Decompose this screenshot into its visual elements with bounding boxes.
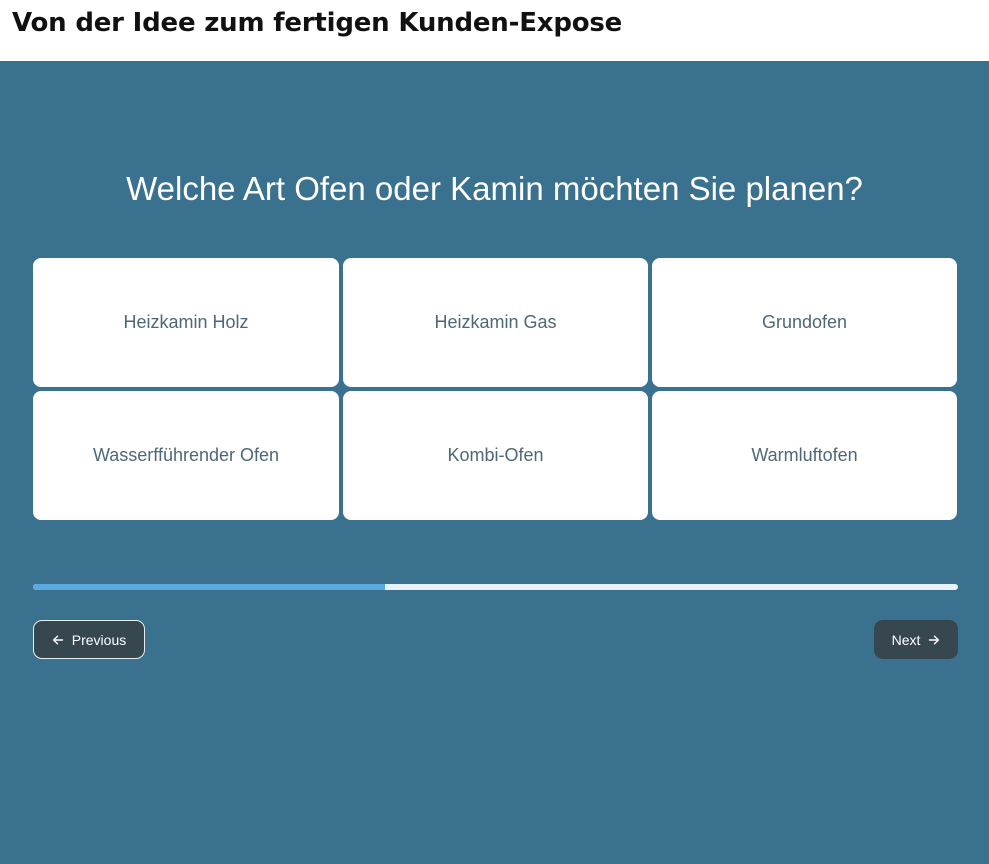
option-warmluftofen[interactable]: Warmluftofen (652, 391, 957, 520)
survey-panel: Welche Art Ofen oder Kamin möchten Sie p… (0, 61, 989, 864)
option-heizkamin-gas[interactable]: Heizkamin Gas (343, 258, 648, 387)
progress-bar (33, 584, 958, 590)
option-label: Heizkamin Holz (123, 312, 249, 332)
question-heading: Welche Art Ofen oder Kamin möchten Sie p… (126, 170, 863, 207)
option-label: Wasserfführender Ofen (92, 445, 280, 465)
page-header: Von der Idee zum fertigen Kunden-Expose (0, 0, 989, 61)
progress-fill (33, 584, 385, 590)
page-title: Von der Idee zum fertigen Kunden-Expose (12, 8, 623, 38)
options-grid: Heizkamin Holz Heizkamin Gas Grundofen W… (33, 258, 957, 520)
option-label: Heizkamin Gas (434, 312, 557, 332)
option-label: Warmluftofen (751, 445, 858, 465)
option-wasserfuehrender-ofen[interactable]: Wasserfführender Ofen (33, 391, 339, 520)
arrow-left-icon (52, 634, 64, 646)
previous-button[interactable]: Previous (33, 620, 145, 659)
previous-label: Previous (71, 631, 127, 648)
option-label: Grundofen (761, 312, 848, 332)
arrow-right-icon (928, 634, 940, 646)
next-button[interactable]: Next (874, 620, 958, 659)
option-grundofen[interactable]: Grundofen (652, 258, 957, 387)
option-label: Kombi-Ofen (447, 445, 544, 465)
option-heizkamin-holz[interactable]: Heizkamin Holz (33, 258, 339, 387)
next-label: Next (891, 631, 921, 648)
option-kombi-ofen[interactable]: Kombi-Ofen (343, 391, 648, 520)
